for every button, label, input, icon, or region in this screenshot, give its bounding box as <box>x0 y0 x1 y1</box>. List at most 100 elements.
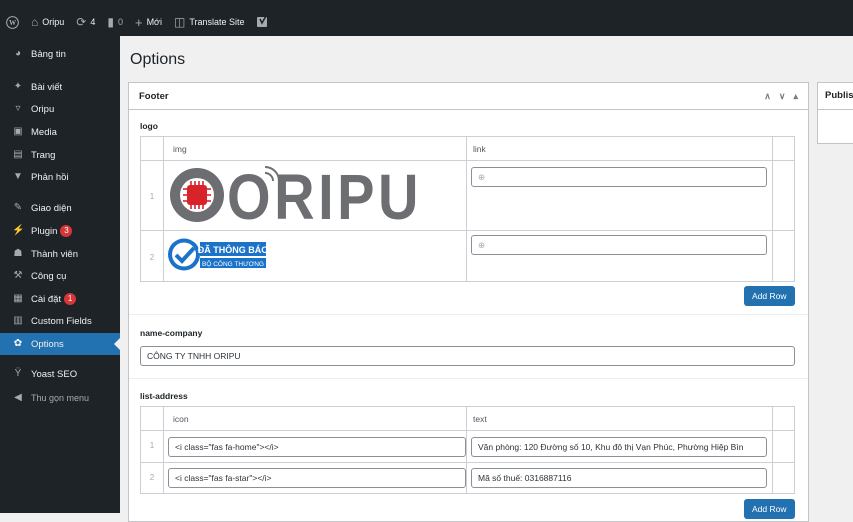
sidebar-item-media[interactable]: ▣ Media <box>0 121 120 143</box>
column-divider <box>466 137 467 281</box>
wordpress-logo-icon: W <box>6 15 19 29</box>
collapse-menu-label: Thu gọn menu <box>31 393 90 403</box>
sidebar-item-plugins[interactable]: ⚡ Plugin 3 <box>0 220 120 242</box>
updates-count: 4 <box>90 17 96 27</box>
row-order[interactable]: 2 <box>141 253 163 262</box>
sidebar-item-custom-fields[interactable]: ▥ Custom Fields <box>0 310 120 332</box>
column-header-icon: icon <box>173 414 189 424</box>
publish-box: Publish <box>817 82 853 144</box>
sidebar-item-label: Options <box>31 338 64 350</box>
sidebar-item-options[interactable]: ✿ Options <box>0 333 120 355</box>
brush-icon: ✎ <box>13 202 23 213</box>
settings-update-badge: 1 <box>64 293 77 305</box>
sidebar-item-label: Thành viên <box>31 248 79 260</box>
row-order[interactable]: 2 <box>141 473 163 482</box>
comments-count: 0 <box>117 17 123 27</box>
site-name-label: Oripu <box>42 17 65 27</box>
settings-icon: ▦ <box>13 293 23 304</box>
sidebar-item-posts[interactable]: ✦ Bài viết <box>0 76 120 98</box>
home-icon: ⌂ <box>31 15 39 29</box>
name-company-input[interactable]: CÔNG TY TNHH ORIPU <box>140 346 795 366</box>
page-title: Options <box>130 51 186 68</box>
comments-link[interactable]: ▮ 0 <box>101 8 129 36</box>
move-down-icon[interactable]: ∨ <box>779 91 786 102</box>
comments-icon: ▮ <box>107 15 114 29</box>
sidebar-item-label: Plugin <box>31 225 58 237</box>
bct-badge-line1: ĐÃ THÔNG BÁO <box>198 244 268 255</box>
cart-icon: ▿ <box>15 103 21 114</box>
svg-text:W: W <box>9 19 17 27</box>
gear-icon: ✿ <box>13 338 23 349</box>
translate-site-link[interactable]: ◫ Translate Site <box>168 8 251 36</box>
logo-field-label: logo <box>140 121 158 131</box>
row-divider <box>141 230 794 231</box>
name-company-label: name-company <box>140 328 203 338</box>
new-content-link[interactable]: + Mới <box>129 8 168 36</box>
updates-link[interactable]: ⟳ 4 <box>70 8 101 36</box>
yoast-adminbar-link[interactable] <box>251 8 275 36</box>
column-divider <box>163 407 164 493</box>
sidebar-item-settings[interactable]: ▦ Cài đặt 1 <box>0 288 120 310</box>
new-content-label: Mới <box>146 17 162 27</box>
row-divider <box>141 462 794 463</box>
users-icon: ☗ <box>13 248 23 259</box>
column-divider <box>772 407 773 493</box>
panel-title: Footer <box>139 90 169 102</box>
link-input[interactable]: ⊕ <box>471 235 767 255</box>
link-globe-icon: ⊕ <box>478 240 486 250</box>
toggle-panel-icon[interactable]: ▴ <box>793 91 798 102</box>
column-divider <box>466 407 467 493</box>
media-icon: ▣ <box>13 126 23 137</box>
sidebar-item-label: Media <box>31 126 57 138</box>
translate-icon: ◫ <box>173 15 186 29</box>
plugin-icon: ⚡ <box>12 225 25 236</box>
sidebar-item-label: Cài đặt <box>31 293 62 305</box>
collapse-icon: ◀ <box>14 392 22 403</box>
address-icon-input[interactable]: <i class="fas fa-star"></i> <box>168 468 466 488</box>
sidebar-item-label: Trang <box>31 149 56 161</box>
publish-box-title[interactable]: Publish <box>818 83 853 110</box>
add-row-button[interactable]: Add Row <box>744 499 795 519</box>
sidebar-item-yoast-seo[interactable]: Ÿ Yoast SEO <box>0 363 120 385</box>
yoast-icon <box>256 16 267 27</box>
translate-site-label: Translate Site <box>189 17 245 27</box>
collapse-menu-button[interactable]: ◀ Thu gọn menu <box>0 387 120 409</box>
field-divider <box>129 378 808 379</box>
sidebar-item-appearance[interactable]: ✎ Giao diện <box>0 197 120 219</box>
sidebar-item-label: Oripu <box>31 103 55 115</box>
sidebar-item-label: Bài viết <box>31 81 63 93</box>
wrench-icon: ⚒ <box>13 270 23 281</box>
pin-icon: ✦ <box>13 81 23 92</box>
address-text-input[interactable]: Mã số thuế: 0316887116 <box>471 468 767 488</box>
column-header-img: img <box>173 144 187 154</box>
wordpress-logo-button[interactable]: W <box>0 8 25 36</box>
link-globe-icon: ⊕ <box>478 172 486 182</box>
fields-icon: ▥ <box>13 315 23 326</box>
sidebar-item-tools[interactable]: ⚒ Công cụ <box>0 265 120 287</box>
sidebar-item-oripu[interactable]: ▿ Oripu <box>0 98 120 120</box>
panel-controls: ∧ ∨ ▴ <box>764 91 798 102</box>
oripu-logo-image: ORIPU <box>167 163 429 227</box>
row-order[interactable]: 1 <box>141 441 163 450</box>
row-order[interactable]: 1 <box>141 192 163 201</box>
sidebar-item-dashboard[interactable]: ◕ Bảng tin <box>0 43 120 65</box>
address-text-input[interactable]: Văn phòng: 120 Đường số 10, Khu đô thị V… <box>471 437 767 457</box>
column-divider <box>772 137 773 281</box>
bct-badge-line2: BỘ CÔNG THƯƠNG <box>202 259 264 268</box>
plus-icon: + <box>134 14 143 30</box>
panel-header[interactable]: Footer ∧ ∨ ▴ <box>129 83 808 110</box>
sidebar-item-label: Custom Fields <box>31 315 92 327</box>
sidebar-item-comments[interactable]: ▼ Phản hồi <box>0 166 120 188</box>
move-up-icon[interactable]: ∧ <box>764 91 771 102</box>
footer-options-panel: Footer ∧ ∨ ▴ logo img link 1 2 ⊕ ⊕ Add R… <box>128 82 809 522</box>
site-name-link[interactable]: ⌂ Oripu <box>25 8 70 36</box>
address-icon-input[interactable]: <i class="fas fa-home"></i> <box>168 437 466 457</box>
updates-icon: ⟳ <box>76 15 87 29</box>
add-row-button[interactable]: Add Row <box>744 286 795 306</box>
link-input[interactable]: ⊕ <box>471 167 767 187</box>
bct-badge-image: ĐÃ THÔNG BÁO BỘ CÔNG THƯƠNG <box>168 238 268 271</box>
sidebar-item-label: Giao diện <box>31 202 72 214</box>
dashboard-icon: ◕ <box>14 48 22 59</box>
sidebar-item-users[interactable]: ☗ Thành viên <box>0 243 120 265</box>
sidebar-item-pages[interactable]: ▤ Trang <box>0 144 120 166</box>
